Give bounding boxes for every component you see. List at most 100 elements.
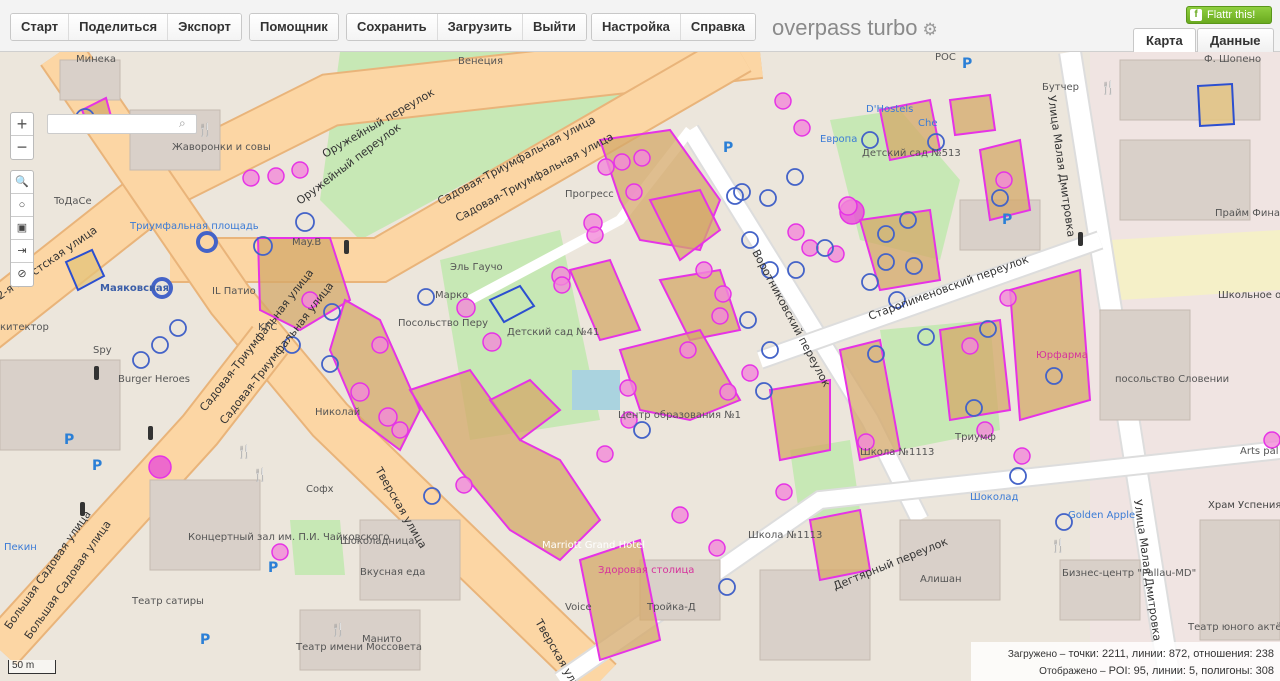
place-label-roc: РОС xyxy=(935,52,956,63)
load-button[interactable]: Загрузить xyxy=(437,14,524,40)
flattr-icon: f xyxy=(1190,9,1202,21)
search-icon[interactable]: ⌕ xyxy=(179,116,186,131)
place-label-arts-pal: Arts pal xyxy=(1240,446,1279,457)
svg-text:P: P xyxy=(64,432,74,448)
svg-text:P: P xyxy=(723,140,733,156)
park-courtyard-5 xyxy=(290,520,345,575)
logout-button[interactable]: Выйти xyxy=(523,14,586,40)
fullscreen-icon[interactable]: ▣ xyxy=(11,217,33,240)
place-label-alishan: Алишан xyxy=(920,574,962,585)
hide-data-icon[interactable]: ⊘ xyxy=(11,263,33,286)
place-label-todase: ToДaСe xyxy=(53,196,92,207)
place-label-triumf-square: Триумфальная площадь xyxy=(129,221,259,232)
place-label-venecia: Венеция xyxy=(458,56,503,67)
place-label-centr-obrazovaniya: Центр образования №1 xyxy=(618,410,741,421)
svg-text:P: P xyxy=(200,632,210,648)
map-view[interactable]: Оружейный переулок Оружейный переулок Са… xyxy=(0,52,1280,681)
svg-text:P: P xyxy=(92,458,102,474)
place-label-teatr-yun-aktyora: Театр юного актёра xyxy=(1187,622,1280,633)
zoom-in-button[interactable]: + xyxy=(11,113,33,136)
place-label-spy: Spy xyxy=(93,345,112,356)
zoom-to-data-icon[interactable]: 🔍 xyxy=(11,171,33,194)
toggle-data-icon[interactable]: ⇥ xyxy=(11,240,33,263)
place-label-may-b: May.B xyxy=(292,237,321,248)
place-label-progress: Прогресс xyxy=(565,189,614,200)
app-title: overpass turbo xyxy=(772,15,918,40)
locate-icon[interactable]: ○ xyxy=(11,194,33,217)
start-button[interactable]: Старт xyxy=(11,14,70,40)
place-label-shkola-1113-b: Школа №1113 xyxy=(860,447,934,458)
settings-button-group: Настройка Справка xyxy=(591,13,756,41)
place-label-kfc: KFC xyxy=(258,322,277,333)
gear-icon: ⚙ xyxy=(922,20,938,39)
file-button-group: Старт Поделиться Экспорт xyxy=(10,13,242,41)
place-label-praim-finans: Прайм Финанс xyxy=(1215,208,1280,219)
map-search-input[interactable] xyxy=(47,114,197,134)
place-label-butcher: Бутчер xyxy=(1042,82,1079,93)
place-label-evropa: Европа xyxy=(820,134,857,145)
svg-text:🍴: 🍴 xyxy=(252,467,268,483)
place-label-posolstvo-peru: Посольство Перу xyxy=(398,318,488,329)
svg-text:🍴: 🍴 xyxy=(197,122,213,138)
map-canvas: Оружейный переулок Оружейный переулок Са… xyxy=(0,52,1280,681)
svg-text:🍴: 🍴 xyxy=(1050,538,1066,554)
place-label-shokolad: Шоколад xyxy=(970,492,1018,503)
place-label-pekin: Пекин xyxy=(4,542,37,553)
place-label-nikolay: Николай xyxy=(315,407,360,418)
place-label-business-center: Бизнес-центр "Pallau-MD" xyxy=(1062,568,1196,579)
place-label-shkolnoe-otdelenie: Школьное отделение № 22 Лицея № 1501 xyxy=(1218,290,1280,301)
place-label-il-patio: IL Патио xyxy=(212,286,256,297)
place-label-mayakovskaya: Маяковская xyxy=(100,283,169,294)
place-label-hram: Храм Успения Пресвятой Богородицы в Пути… xyxy=(1208,500,1280,511)
main-toolbar: Старт Поделиться Экспорт Помощник Сохран… xyxy=(0,0,1280,52)
zoom-out-button[interactable]: − xyxy=(11,136,33,159)
app-logo: overpass turbo ⚙ xyxy=(772,15,938,41)
place-label-sholenov: Ф. Шопено xyxy=(1204,54,1261,65)
place-label-sofks: Софх xyxy=(306,484,334,495)
save-load-button-group: Сохранить Загрузить Выйти xyxy=(346,13,587,41)
flattr-button[interactable]: f Flattr this! xyxy=(1186,6,1272,24)
settings-button[interactable]: Настройка xyxy=(592,14,681,40)
share-button[interactable]: Поделиться xyxy=(69,14,169,40)
save-button[interactable]: Сохранить xyxy=(347,14,438,40)
place-label-shkola-1113-a: Школа №1113 xyxy=(748,530,822,541)
map-tools: 🔍 ○ ▣ ⇥ ⊘ xyxy=(10,170,34,287)
place-label-el-gaucho: Эль Гаучо xyxy=(450,262,503,273)
place-label-kitektor: китектор xyxy=(0,322,49,333)
tab-data[interactable]: Данные xyxy=(1197,28,1274,52)
svg-text:🍴: 🍴 xyxy=(330,622,346,638)
wizard-button-group: Помощник xyxy=(249,13,339,41)
place-label-marriott: Marriott Grand Hotel xyxy=(542,540,645,551)
place-label-voice: Voice xyxy=(565,602,592,613)
shown-label: Отображено – xyxy=(1039,666,1106,677)
shown-stats: POI: 95, линии: 5, полигоны: 308 xyxy=(1108,665,1274,677)
place-label-mineka: Минека xyxy=(76,54,116,65)
place-label-posolstvo-slovenii: посольство Словении xyxy=(1115,374,1229,385)
data-stats-panel: Загружено – точки: 2211, линии: 872, отн… xyxy=(971,642,1280,681)
place-label-vkusnaya-eda: Вкусная еда xyxy=(360,567,425,578)
place-label-zhavoronki: Жаворонки и совы xyxy=(172,142,271,153)
place-label-dhostels: D'Hostels xyxy=(866,104,913,115)
svg-text:🍴: 🍴 xyxy=(1100,80,1116,96)
svg-text:🍴: 🍴 xyxy=(236,444,252,460)
loaded-label: Загружено – xyxy=(1007,649,1066,660)
place-label-mossovet: Театр имени Моссовета xyxy=(295,642,422,653)
place-label-che: Che xyxy=(918,118,937,129)
place-label-burger-heroes: Burger Heroes xyxy=(118,374,190,385)
place-label-detsad-41: Детский сад №41 xyxy=(507,327,599,338)
wizard-button[interactable]: Помощник xyxy=(250,14,338,40)
svg-text:P: P xyxy=(268,560,278,576)
place-label-triumf: Триумф xyxy=(954,432,996,443)
place-label-troyka-d: Тройка-Д xyxy=(646,602,696,613)
svg-text:P: P xyxy=(1002,212,1012,228)
place-label-detsad-513: Детский сад №513 xyxy=(862,148,961,159)
help-button[interactable]: Справка xyxy=(680,14,755,40)
export-button[interactable]: Экспорт xyxy=(168,14,241,40)
flattr-label: Flattr this! xyxy=(1207,9,1256,21)
place-label-marko: Марко xyxy=(435,290,468,301)
svg-text:P: P xyxy=(962,56,972,72)
place-label-zdorovaya-stolitsa: Здоровая столица xyxy=(598,565,694,576)
place-label-golden-apple: Golden Apple xyxy=(1068,510,1135,521)
tab-map[interactable]: Карта xyxy=(1133,28,1196,52)
zoom-control: + − xyxy=(10,112,34,160)
